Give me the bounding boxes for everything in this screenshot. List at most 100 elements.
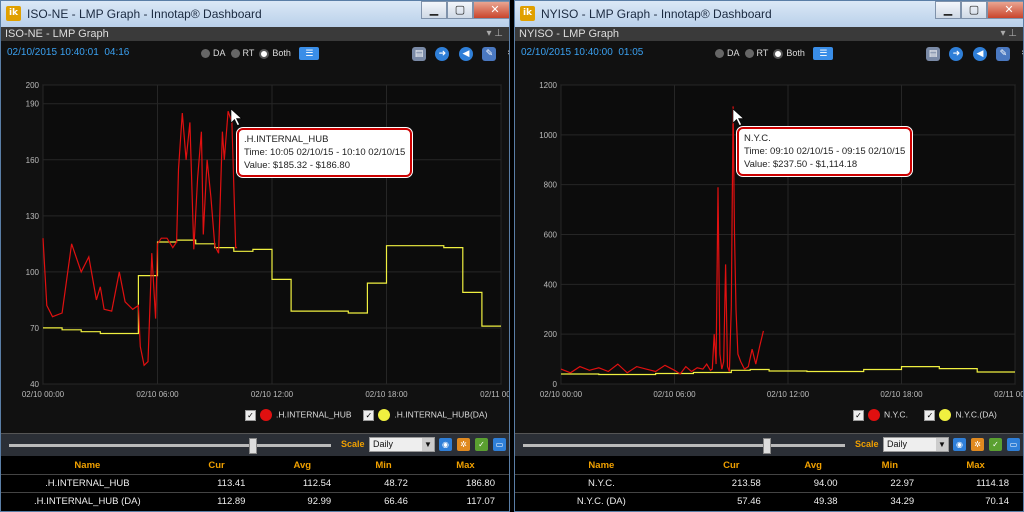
stats-header-row: Name Cur Avg Min Max bbox=[515, 456, 1023, 475]
scale-select[interactable]: Daily ▼ bbox=[369, 437, 435, 452]
x-tick-label: 02/10 06:00 bbox=[653, 390, 696, 399]
legend-label-da: N.Y.C.(DA) bbox=[955, 409, 997, 420]
row-name: N.Y.C. (DA) bbox=[515, 492, 688, 510]
close-button[interactable]: ✕ bbox=[987, 1, 1023, 19]
y-tick-label: 200 bbox=[544, 330, 558, 339]
row-min: 48.72 bbox=[345, 474, 422, 493]
panel-header: NYISO - LMP Graph ▾ ⊥ bbox=[515, 27, 1023, 41]
pin-icon[interactable]: ▾ ⊥ bbox=[1000, 27, 1017, 41]
col-cur-header: Cur bbox=[208, 459, 225, 471]
tooltip-node: N.Y.C. bbox=[744, 133, 771, 144]
window-icon[interactable]: ▭ bbox=[493, 438, 506, 451]
y-tick-label: 190 bbox=[26, 100, 40, 109]
maximize-button[interactable]: ▢ bbox=[447, 1, 473, 19]
legend-checkbox-da[interactable]: ✓ bbox=[363, 409, 375, 421]
stats-header-row: Name Cur Avg Min Max bbox=[1, 456, 509, 475]
isone-window: ik ISO-NE - LMP Graph - Innotap® Dashboa… bbox=[0, 0, 510, 512]
x-tick-label: 02/10 18:00 bbox=[880, 390, 923, 399]
row-cur: 112.89 bbox=[173, 492, 260, 510]
edit-icon[interactable]: ✓ bbox=[475, 438, 488, 451]
col-min-header: Min bbox=[881, 459, 899, 471]
legend-swatch-da bbox=[378, 409, 391, 421]
x-tick-label: 02/10 18:00 bbox=[365, 390, 408, 399]
col-avg-header: Avg bbox=[804, 459, 822, 471]
graph-controls: Scale Daily ▼ ◉ ✲ ✓ ▭ bbox=[515, 433, 1023, 456]
row-min: 22.97 bbox=[851, 474, 929, 493]
maximize-button[interactable]: ▢ bbox=[961, 1, 987, 19]
view-icon[interactable]: ◉ bbox=[439, 438, 452, 451]
scale-select-value: Daily bbox=[373, 439, 394, 449]
table-row[interactable]: N.Y.C. (DA) 57.46 49.38 34.29 70.14 bbox=[515, 492, 1023, 510]
tooltip-time: Time: 09:10 02/10/15 - 09:15 02/10/15 bbox=[744, 146, 906, 157]
stats-table-container: Name Cur Avg Min Max N.Y.C. 213.58 94.00… bbox=[515, 456, 1023, 511]
app-logo-icon: ik bbox=[6, 6, 21, 21]
minimize-button[interactable]: ▁ bbox=[935, 1, 961, 19]
row-name: .H.INTERNAL_HUB bbox=[1, 474, 174, 493]
row-name: .H.INTERNAL_HUB (DA) bbox=[1, 492, 174, 510]
legend-checkbox-rt[interactable]: ✓ bbox=[853, 409, 864, 421]
col-cur-header: Cur bbox=[723, 459, 740, 471]
x-tick-label: 02/10 12:00 bbox=[251, 390, 294, 399]
col-name-header: Name bbox=[588, 459, 615, 471]
chart-legend: ✓ .H.INTERNAL_HUB ✓ .H.INTERNAL_HUB(DA) bbox=[245, 409, 487, 421]
row-max: 70.14 bbox=[928, 492, 1023, 510]
panel-title: NYISO - LMP Graph bbox=[519, 28, 620, 40]
x-tick-label: 02/11 00:00 bbox=[994, 390, 1024, 399]
graph-area: 02/10/2015 10:40:00 01:05 DA RT Both ☰ ▤… bbox=[515, 41, 1023, 433]
row-cur: 57.46 bbox=[687, 492, 775, 510]
row-avg: 49.38 bbox=[774, 492, 852, 510]
table-row[interactable]: .H.INTERNAL_HUB 113.41 112.54 48.72 186.… bbox=[1, 474, 509, 493]
table-row[interactable]: .H.INTERNAL_HUB (DA) 112.89 92.99 66.46 … bbox=[1, 492, 509, 510]
legend-checkbox-da[interactable]: ✓ bbox=[924, 409, 936, 421]
settings-icon[interactable]: ✲ bbox=[971, 438, 984, 451]
y-tick-label: 0 bbox=[553, 380, 558, 389]
stats-table: Name Cur Avg Min Max .H.INTERNAL_HUB 113… bbox=[1, 456, 509, 510]
y-tick-label: 130 bbox=[26, 212, 40, 221]
legend-swatch-rt bbox=[260, 409, 272, 421]
legend-label-rt: .H.INTERNAL_HUB bbox=[276, 409, 352, 420]
nyiso-window: ik NYISO - LMP Graph - Innotap® Dashboar… bbox=[514, 0, 1024, 512]
pin-icon[interactable]: ▾ ⊥ bbox=[486, 27, 503, 41]
row-min: 34.29 bbox=[851, 492, 929, 510]
row-avg: 94.00 bbox=[774, 474, 852, 493]
edit-icon[interactable]: ✓ bbox=[989, 438, 1002, 451]
settings-icon[interactable]: ✲ bbox=[457, 438, 470, 451]
col-max-header: Max bbox=[456, 459, 475, 471]
value-tooltip: .H.INTERNAL_HUB Time: 10:05 02/10/15 - 1… bbox=[237, 128, 413, 177]
col-avg-header: Avg bbox=[293, 459, 312, 471]
tooltip-time: Time: 10:05 02/10/15 - 10:10 02/10/15 bbox=[244, 147, 406, 158]
close-button[interactable]: ✕ bbox=[473, 1, 509, 19]
y-tick-label: 200 bbox=[26, 81, 40, 90]
scale-select[interactable]: Daily ▼ bbox=[883, 437, 949, 452]
row-cur: 113.41 bbox=[173, 474, 260, 493]
y-tick-label: 800 bbox=[544, 181, 558, 190]
time-slider-track[interactable] bbox=[523, 444, 845, 447]
value-tooltip: N.Y.C. Time: 09:10 02/10/15 - 09:15 02/1… bbox=[737, 127, 913, 176]
y-tick-label: 70 bbox=[30, 324, 39, 333]
chevron-down-icon: ▼ bbox=[422, 438, 434, 451]
scale-select-value: Daily bbox=[887, 439, 908, 449]
table-row[interactable]: N.Y.C. 213.58 94.00 22.97 1114.18 bbox=[515, 474, 1023, 493]
legend-swatch-rt bbox=[868, 409, 880, 421]
row-max: 117.07 bbox=[421, 492, 509, 510]
minimize-button[interactable]: ▁ bbox=[421, 1, 447, 19]
view-icon[interactable]: ◉ bbox=[953, 438, 966, 451]
time-slider-thumb[interactable] bbox=[763, 438, 771, 454]
row-max: 1114.18 bbox=[928, 474, 1023, 493]
time-slider-thumb[interactable] bbox=[249, 438, 257, 454]
legend-swatch-da bbox=[939, 409, 952, 421]
col-min-header: Min bbox=[375, 459, 392, 471]
tooltip-value: Value: $237.50 - $1,114.18 bbox=[744, 159, 858, 170]
time-slider-track[interactable] bbox=[9, 444, 331, 447]
col-max-header: Max bbox=[966, 459, 985, 471]
x-tick-label: 02/10 12:00 bbox=[767, 390, 810, 399]
window-icon[interactable]: ▭ bbox=[1007, 438, 1020, 451]
y-tick-label: 160 bbox=[26, 156, 40, 165]
y-tick-label: 100 bbox=[26, 268, 40, 277]
title-bar: ik ISO-NE - LMP Graph - Innotap® Dashboa… bbox=[1, 1, 509, 27]
chart-legend: ✓ N.Y.C. ✓ N.Y.C.(DA) bbox=[853, 409, 997, 421]
x-tick-label: 02/10 00:00 bbox=[22, 390, 65, 399]
legend-checkbox-rt[interactable]: ✓ bbox=[245, 409, 256, 421]
tooltip-node: .H.INTERNAL_HUB bbox=[244, 134, 329, 145]
app-logo-icon: ik bbox=[520, 6, 535, 21]
